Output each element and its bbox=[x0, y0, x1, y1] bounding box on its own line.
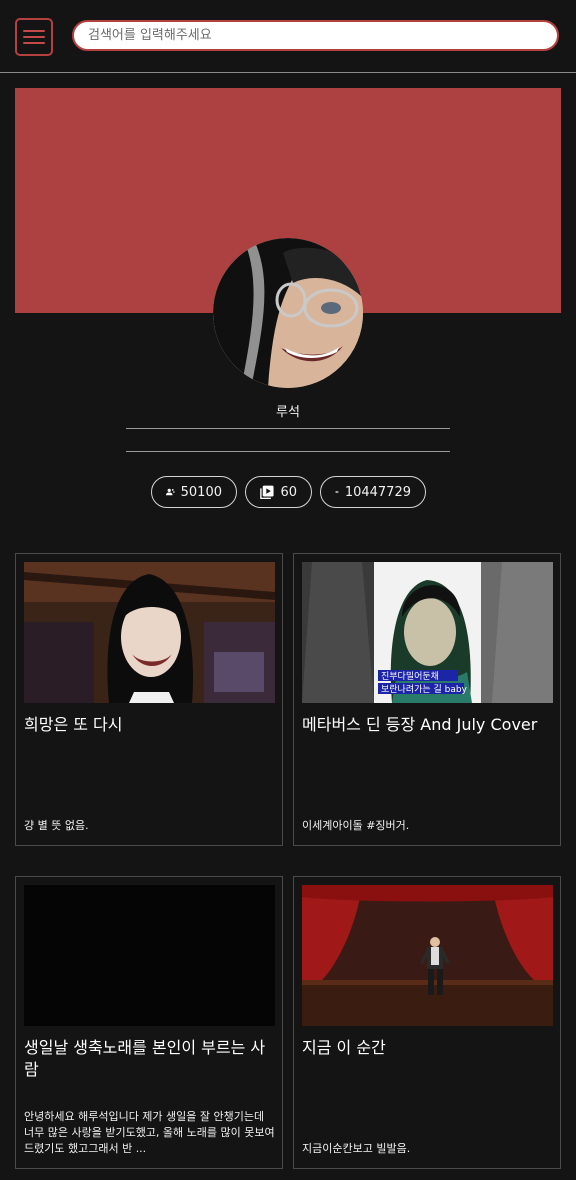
stats-row: 50100 60 10447729 bbox=[151, 476, 426, 508]
video-description: 걍 별 뜻 없음. bbox=[24, 819, 89, 832]
video-thumbnail[interactable] bbox=[24, 562, 275, 703]
video-card[interactable]: 진부다밀어둔채 보란나려가는 길 baby 메타버스 딘 등장 And July… bbox=[293, 553, 561, 846]
video-description: 지금이순칸보고 빌발음. bbox=[302, 1142, 411, 1155]
thumbnail-image bbox=[24, 562, 275, 703]
thumbnail-caption-line: 진부다밀어둔채 bbox=[381, 670, 439, 682]
video-description: 이세계아이돌 #징버거. bbox=[302, 819, 410, 832]
video-title[interactable]: 메타버스 딘 등장 And July Cover bbox=[302, 714, 554, 736]
menu-icon-bar bbox=[23, 42, 45, 44]
views-icon bbox=[335, 491, 339, 493]
thumbnail-image bbox=[302, 885, 553, 1026]
header bbox=[0, 0, 576, 73]
menu-icon-bar bbox=[23, 30, 45, 32]
video-title[interactable]: 희망은 또 다시 bbox=[24, 714, 276, 736]
video-card[interactable]: 희망은 또 다시 걍 별 뜻 없음. bbox=[15, 553, 283, 846]
view-count-badge: 10447729 bbox=[320, 476, 426, 508]
subscriber-count-badge: 50100 bbox=[151, 476, 237, 508]
thumbnail-image bbox=[24, 885, 275, 1026]
video-thumbnail[interactable] bbox=[302, 885, 553, 1026]
menu-button[interactable] bbox=[15, 18, 53, 56]
divider bbox=[126, 428, 450, 429]
videos-icon bbox=[260, 485, 274, 500]
menu-icon-bar bbox=[23, 36, 45, 38]
video-card[interactable]: 생일날 생축노래를 본인이 부르는 사람 안녕하세요 해루석입니다 제가 생일을… bbox=[15, 876, 283, 1169]
video-count-badge: 60 bbox=[245, 476, 312, 508]
subscribers-icon bbox=[166, 488, 175, 496]
avatar[interactable] bbox=[213, 238, 363, 388]
subscriber-count: 50100 bbox=[180, 484, 222, 500]
view-count: 10447729 bbox=[344, 484, 411, 500]
search-input[interactable] bbox=[72, 20, 559, 51]
video-count: 60 bbox=[280, 484, 297, 500]
thumbnail-image: 진부다밀어둔채 보란나려가는 길 baby bbox=[302, 562, 553, 703]
thumbnail-caption-line: 보란나려가는 길 baby bbox=[381, 683, 468, 695]
video-title[interactable]: 지금 이 순간 bbox=[302, 1037, 554, 1059]
avatar-image bbox=[213, 238, 363, 388]
video-title[interactable]: 생일날 생축노래를 본인이 부르는 사람 bbox=[24, 1037, 276, 1081]
video-card[interactable]: 지금 이 순간 지금이순칸보고 빌발음. bbox=[293, 876, 561, 1169]
video-description: 안녕하세요 해루석입니다 제가 생일을 잘 안챙기는데 너무 많은 사랑을 받기… bbox=[24, 1110, 275, 1155]
divider bbox=[126, 451, 450, 452]
video-thumbnail[interactable] bbox=[24, 885, 275, 1026]
video-thumbnail[interactable]: 진부다밀어둔채 보란나려가는 길 baby bbox=[302, 562, 553, 703]
channel-name: 루석 bbox=[276, 405, 300, 420]
